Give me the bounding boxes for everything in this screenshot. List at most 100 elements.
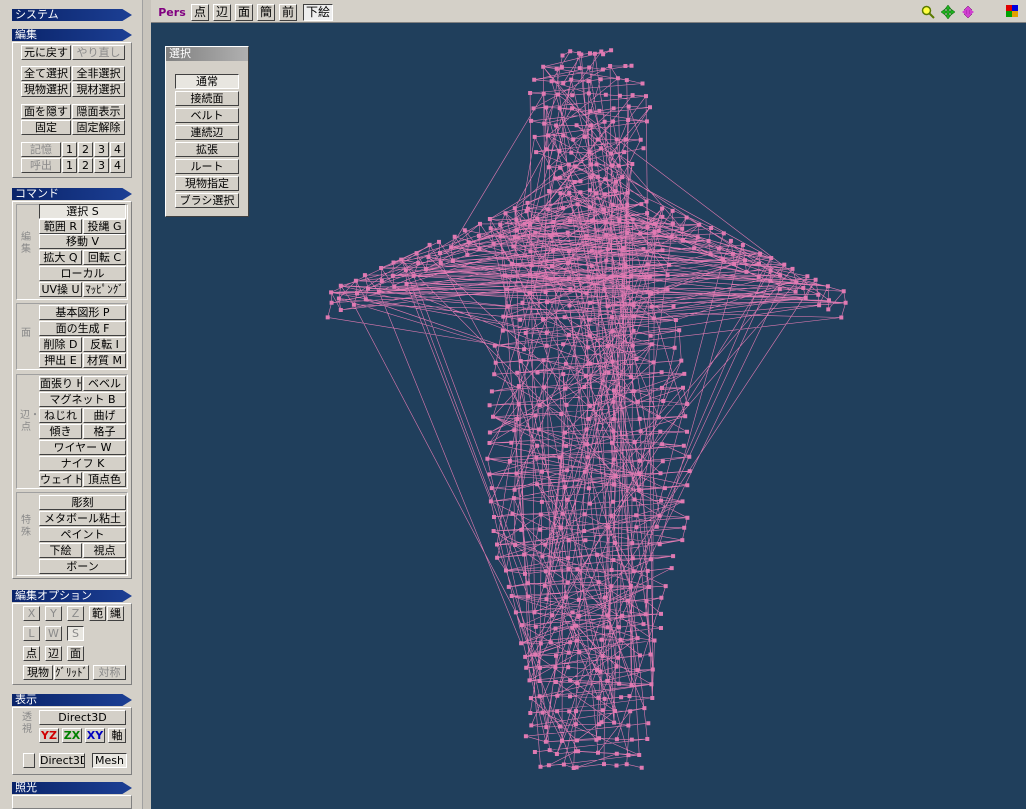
memory-slot-2[interactable]: 2	[78, 142, 93, 157]
lock-z-toggle[interactable]: Z	[67, 606, 84, 621]
select-mode-belt[interactable]: ベルト	[175, 108, 239, 123]
wire-tool-button[interactable]: ワイヤー W	[39, 440, 126, 455]
metaball-tool-button[interactable]: メタボール粘土	[39, 511, 126, 526]
world-w-toggle[interactable]: W	[45, 626, 62, 641]
primitive-tool-button[interactable]: 基本図形 P	[39, 305, 126, 320]
twist-tool-button[interactable]: ねじれ	[39, 408, 82, 423]
edge-display-toggle[interactable]: 辺	[213, 4, 231, 21]
memory-slot-4[interactable]: 4	[110, 142, 125, 157]
tilt-tool-button[interactable]: 傾き	[39, 424, 82, 439]
grid-toggle[interactable]: ｸﾞﾘｯﾄﾞ	[54, 665, 89, 680]
memory-slot-1[interactable]: 1	[62, 142, 77, 157]
memory-slot-3[interactable]: 3	[94, 142, 109, 157]
flip-tool-button[interactable]: 反転 I	[83, 337, 126, 352]
paint-tool-button[interactable]: ペイント	[39, 527, 126, 542]
rotate-tool-button[interactable]: 回転 C	[83, 250, 126, 265]
rope-option-toggle[interactable]: 縄	[107, 606, 124, 621]
front-display-toggle[interactable]: 前	[279, 4, 297, 21]
show-hidden-button[interactable]: 隠面表示	[72, 104, 125, 119]
bevel-tool-button[interactable]: ベベル	[83, 376, 126, 391]
scale-tool-button[interactable]: 拡大 Q	[39, 250, 82, 265]
local-l-toggle[interactable]: L	[23, 626, 40, 641]
yz-view-button[interactable]: YZ	[39, 728, 59, 743]
viewpoint-tool-button[interactable]: 視点	[83, 543, 126, 558]
recall-slot-2[interactable]: 2	[78, 158, 93, 173]
3d-viewport[interactable]: 選択 通常 接続面 ベルト 連続辺 拡張 ルート 現物指定 ブラシ選択	[151, 23, 1026, 809]
direct3d-view-button[interactable]: Direct3D	[39, 710, 126, 725]
local-tool-button[interactable]: ローカル	[39, 266, 126, 281]
select-all-button[interactable]: 全て選択	[21, 66, 71, 81]
point-display-toggle[interactable]: 点	[191, 4, 209, 21]
weight-tool-button[interactable]: ウェイト	[39, 472, 82, 487]
face-mode-toggle[interactable]: 面	[67, 646, 84, 661]
zoom-icon[interactable]	[921, 5, 935, 19]
uv-tool-button[interactable]: UV操 U	[39, 282, 82, 297]
select-mode-connected[interactable]: 接続面	[175, 91, 239, 106]
zx-view-button[interactable]: ZX	[62, 728, 82, 743]
redo-button[interactable]: やり直し	[72, 45, 125, 60]
material-tool-button[interactable]: 材質 M	[83, 353, 126, 368]
undo-button[interactable]: 元に戻す	[21, 45, 71, 60]
underlay-display-toggle[interactable]: 下絵	[303, 4, 333, 21]
pan-icon[interactable]	[941, 5, 955, 19]
sidebar-scrollbar[interactable]	[142, 0, 151, 809]
underlay-tool-button[interactable]: 下絵	[39, 543, 82, 558]
select-mode-brush[interactable]: ブラシ選択	[175, 193, 239, 208]
select-current-material-button[interactable]: 現材選択	[72, 82, 125, 97]
recall-slot-4[interactable]: 4	[110, 158, 125, 173]
edit-options-header[interactable]: 編集オプション	[12, 590, 132, 602]
face-display-toggle[interactable]: 面	[235, 4, 253, 21]
move-tool-button[interactable]: 移動 V	[39, 234, 126, 249]
screen-s-toggle[interactable]: S	[67, 626, 84, 641]
range-option-toggle[interactable]: 範	[89, 606, 106, 621]
recall-slot-3[interactable]: 3	[94, 158, 109, 173]
point-mode-toggle[interactable]: 点	[23, 646, 40, 661]
projection-label[interactable]: Pers	[157, 4, 187, 21]
select-tool-button[interactable]: 選択 S	[39, 204, 126, 219]
current-object-toggle[interactable]: 現物	[23, 665, 53, 680]
select-panel-title[interactable]: 選択	[166, 47, 248, 61]
hide-face-button[interactable]: 面を隠す	[21, 104, 71, 119]
display-header[interactable]: 表示	[12, 694, 132, 706]
lock-y-toggle[interactable]: Y	[45, 606, 62, 621]
edit-header[interactable]: 編集	[12, 29, 132, 41]
select-mode-normal[interactable]: 通常	[175, 74, 239, 89]
command-header[interactable]: コマンド	[12, 188, 132, 200]
unlock-button[interactable]: 固定解除	[72, 120, 125, 135]
recall-slot-1[interactable]: 1	[62, 158, 77, 173]
xy-view-button[interactable]: XY	[85, 728, 105, 743]
delete-tool-button[interactable]: 削除 D	[39, 337, 82, 352]
bend-tool-button[interactable]: 曲げ	[83, 408, 126, 423]
face-fill-tool-button[interactable]: 面張り H	[39, 376, 82, 391]
vertex-color-tool-button[interactable]: 頂点色	[83, 472, 126, 487]
rotate-view-icon[interactable]	[961, 5, 975, 19]
extrude-tool-button[interactable]: 押出 E	[39, 353, 82, 368]
lock-button[interactable]: 固定	[21, 120, 71, 135]
mapping-tool-button[interactable]: ﾏｯﾋﾟﾝｸﾞ	[83, 282, 126, 297]
select-mode-edge-loop[interactable]: 連続辺	[175, 125, 239, 140]
axis-toggle[interactable]: 軸	[108, 728, 126, 743]
lasso-tool-button[interactable]: 投縄 G	[83, 219, 126, 234]
select-mode-current-object[interactable]: 現物指定	[175, 176, 239, 191]
edge-mode-toggle[interactable]: 辺	[45, 646, 62, 661]
knife-tool-button[interactable]: ナイフ K	[39, 456, 126, 471]
bone-tool-button[interactable]: ボーン	[39, 559, 126, 574]
face-create-tool-button[interactable]: 面の生成 F	[39, 321, 126, 336]
select-mode-route[interactable]: ルート	[175, 159, 239, 174]
lock-x-toggle[interactable]: X	[23, 606, 40, 621]
select-current-object-button[interactable]: 現物選択	[21, 82, 71, 97]
direct3d-render-button[interactable]: Direct3D	[39, 753, 85, 768]
mesh-render-button[interactable]: Mesh	[92, 753, 127, 768]
color-palette-icon[interactable]	[1006, 5, 1018, 17]
sculpt-tool-button[interactable]: 彫刻	[39, 495, 126, 510]
mesh-edges	[327, 50, 846, 769]
system-header[interactable]: システム	[12, 9, 132, 21]
simple-display-toggle[interactable]: 簡	[257, 4, 275, 21]
lattice-tool-button[interactable]: 格子	[83, 424, 126, 439]
symmetry-toggle[interactable]: 対称	[93, 665, 126, 680]
deselect-all-button[interactable]: 全非選択	[72, 66, 125, 81]
magnet-tool-button[interactable]: マグネット B	[39, 392, 126, 407]
select-mode-expand[interactable]: 拡張	[175, 142, 239, 157]
lighting-header[interactable]: 照光	[12, 782, 132, 794]
range-tool-button[interactable]: 範囲 R	[39, 219, 82, 234]
